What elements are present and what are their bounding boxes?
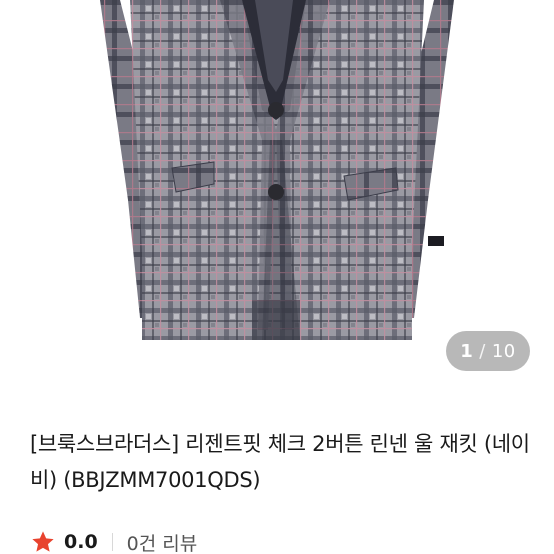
- review-count-link[interactable]: 0건 리뷰: [127, 529, 198, 554]
- image-counter-total: 10: [491, 340, 516, 362]
- star-icon: [32, 531, 54, 552]
- rating-value: 0.0: [64, 531, 98, 553]
- product-detail-page: 1 / 10 [브룩스브라더스] 리젠트핏 체크 2버튼 린넨 울 재킷 (네이…: [0, 0, 554, 554]
- image-counter-current: 1: [460, 340, 474, 362]
- rating-row[interactable]: 0.0 0건 리뷰: [30, 528, 197, 554]
- image-counter: 1 / 10: [446, 331, 530, 371]
- product-image-carousel[interactable]: 1 / 10: [0, 0, 554, 390]
- image-counter-separator: /: [479, 340, 486, 362]
- rating-divider: [111, 533, 113, 551]
- product-title: [브룩스브라더스] 리젠트핏 체크 2버튼 린넨 울 재킷 (네이비) (BBJ…: [30, 432, 530, 492]
